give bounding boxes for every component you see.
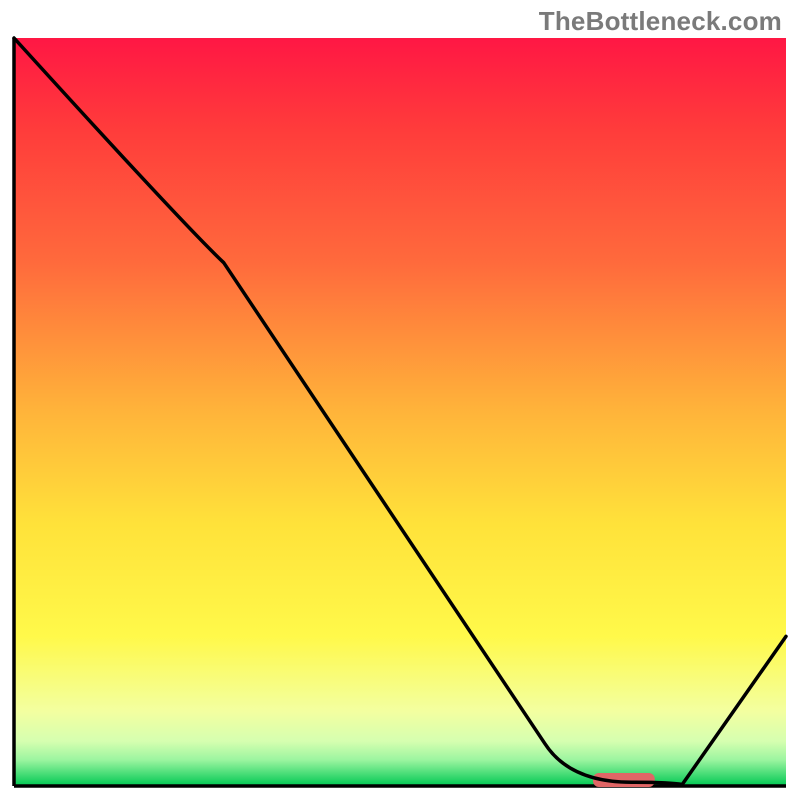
chart-container: TheBottleneck.com (0, 0, 800, 800)
watermark-text: TheBottleneck.com (539, 6, 782, 37)
bottleneck-chart (0, 0, 800, 800)
plot-background (14, 38, 786, 786)
